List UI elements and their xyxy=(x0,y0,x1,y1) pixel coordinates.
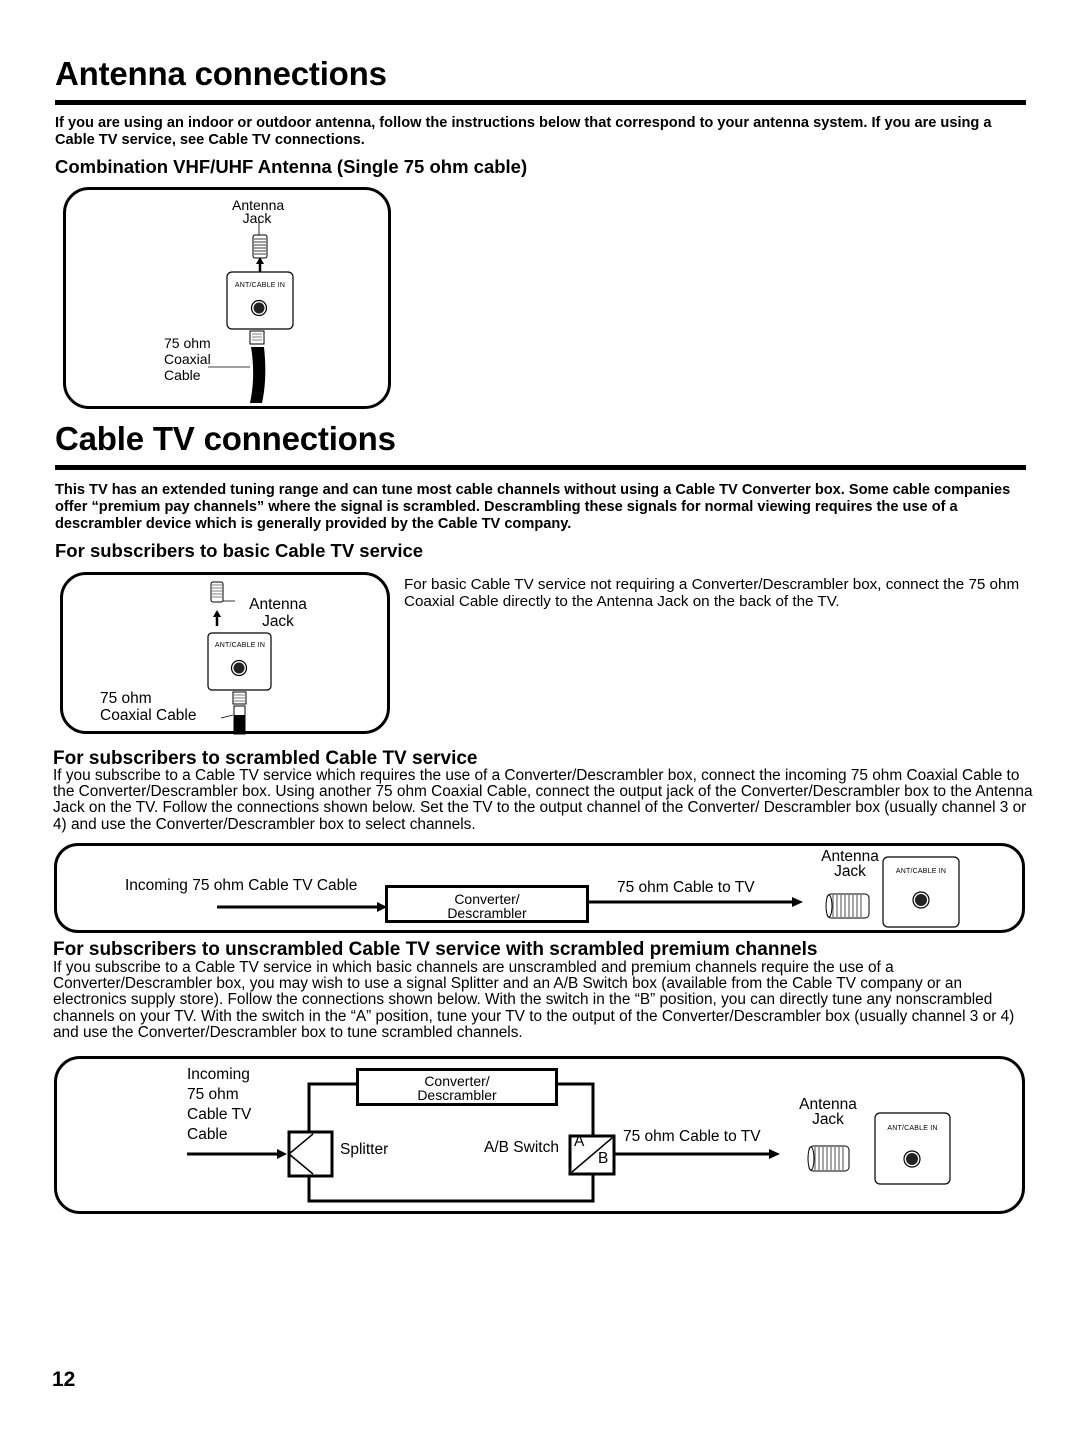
section-divider xyxy=(55,100,1026,105)
unscrambled-cable-diagram-panel: Incoming 75 ohm Cable TV Cable Converter… xyxy=(54,1056,1025,1214)
ab-switch-label: A/B Switch xyxy=(484,1139,559,1156)
jack-label-line2: Jack xyxy=(834,863,866,880)
incoming-line2: 75 ohm xyxy=(187,1086,239,1103)
cable-label-line3: Cable xyxy=(164,367,201,383)
ant-cable-in-label: ANT/CABLE IN xyxy=(895,868,947,875)
page-number: 12 xyxy=(52,1368,76,1391)
incoming-line4: Cable xyxy=(187,1126,228,1143)
basic-cable-heading: For subscribers to basic Cable TV servic… xyxy=(55,540,424,561)
antenna-jack-connector-icon xyxy=(825,893,870,919)
arrow-up-icon xyxy=(256,257,264,272)
antenna-subheading: Combination VHF/UHF Antenna (Single 75 o… xyxy=(55,156,528,177)
ant-cable-in-label: ANT/CABLE IN xyxy=(234,282,286,289)
unscrambled-cable-text: If you subscribe to a Cable TV service i… xyxy=(53,959,1015,1041)
converter-label-line1: Converter/ xyxy=(454,891,520,907)
input-arrow xyxy=(187,1149,287,1159)
ant-cable-in-label: ANT/CABLE IN xyxy=(887,1125,938,1132)
cable-label-line1: 75 ohm xyxy=(100,690,152,707)
cable-label-line1: 75 ohm xyxy=(164,335,211,351)
input-arrow xyxy=(217,902,387,912)
coaxial-cable-icon xyxy=(249,330,266,403)
cable-section-title: Cable TV connections xyxy=(55,420,396,457)
antenna-jack-label: Antenna Jack xyxy=(815,848,885,880)
antenna-diagram-panel: Antenna Jack ANT/CABLE IN 75 ohm Coaxial… xyxy=(63,187,391,409)
antenna-intro: If you are using an indoor or outdoor an… xyxy=(55,115,992,148)
cable-intro: This TV has an extended tuning range and… xyxy=(55,482,1011,532)
leader-line xyxy=(220,714,234,719)
converter-descrambler-box: Converter/ Descrambler xyxy=(385,885,589,923)
splitter-label: Splitter xyxy=(340,1141,389,1158)
switch-position-b: B xyxy=(598,1150,609,1167)
incoming-cable-label: Incoming 75 ohm Cable TV Cable xyxy=(125,877,358,894)
coaxial-cable-label: 75 ohm Coaxial Cable xyxy=(100,690,197,724)
jack-label-line1: Antenna xyxy=(249,596,307,613)
antenna-section-title: Antenna connections xyxy=(55,55,387,92)
output-cable-label: 75 ohm Cable to TV xyxy=(623,1128,761,1145)
cable-label-line2: Coaxial xyxy=(164,351,211,367)
ant-cable-in-panel-icon xyxy=(874,1112,951,1185)
antenna-jack-connector-icon xyxy=(252,234,268,259)
incoming-line1: Incoming xyxy=(187,1066,250,1083)
output-cable-label: 75 ohm Cable to TV xyxy=(617,879,755,896)
jack-label-line1: Antenna xyxy=(821,848,879,865)
ant-cable-in-panel-icon xyxy=(226,271,294,330)
arrow-up-icon xyxy=(213,610,221,626)
converter-label-line2: Descrambler xyxy=(417,1087,497,1103)
ant-cable-in-label: ANT/CABLE IN xyxy=(214,642,266,649)
antenna-jack-label: Antenna Jack xyxy=(238,596,318,630)
scrambled-cable-text: If you subscribe to a Cable TV service w… xyxy=(53,767,1033,833)
cable-label-line2: Coaxial Cable xyxy=(100,707,197,724)
scrambled-cable-diagram-panel: Incoming 75 ohm Cable TV Cable Converter… xyxy=(54,843,1025,933)
section-divider xyxy=(55,465,1026,470)
antenna-diagram-drawing xyxy=(208,220,294,403)
incoming-cable-label: Incoming 75 ohm Cable TV Cable xyxy=(187,1065,251,1145)
basic-cable-diagram-panel: Antenna Jack ANT/CABLE IN 75 ohm Coaxial… xyxy=(60,572,390,735)
jack-label-line1: Antenna xyxy=(799,1096,857,1113)
jack-label-line2: Jack xyxy=(812,1111,844,1128)
switch-position-a: A xyxy=(574,1133,585,1150)
coaxial-cable-icon xyxy=(232,691,247,735)
jack-label-line2: Jack xyxy=(262,613,294,630)
antenna-jack-connector-icon xyxy=(807,1145,850,1172)
converter-label-line2: Descrambler xyxy=(447,905,527,921)
antenna-jack-label: Antenna Jack xyxy=(792,1096,864,1128)
antenna-jack-connector-icon xyxy=(210,581,224,603)
converter-descrambler-box: Converter/ Descrambler xyxy=(356,1068,558,1106)
coaxial-cable-label: 75 ohm Coaxial Cable xyxy=(164,335,211,383)
output-arrow xyxy=(586,897,803,907)
splitter-icon xyxy=(287,1130,334,1178)
converter-label-line1: Converter/ xyxy=(424,1073,490,1089)
incoming-line3: Cable TV xyxy=(187,1106,252,1123)
basic-cable-text: For basic Cable TV service not requiring… xyxy=(404,576,1020,610)
unscrambled-cable-heading: For subscribers to unscrambled Cable TV … xyxy=(53,939,818,960)
output-arrow xyxy=(614,1149,780,1159)
